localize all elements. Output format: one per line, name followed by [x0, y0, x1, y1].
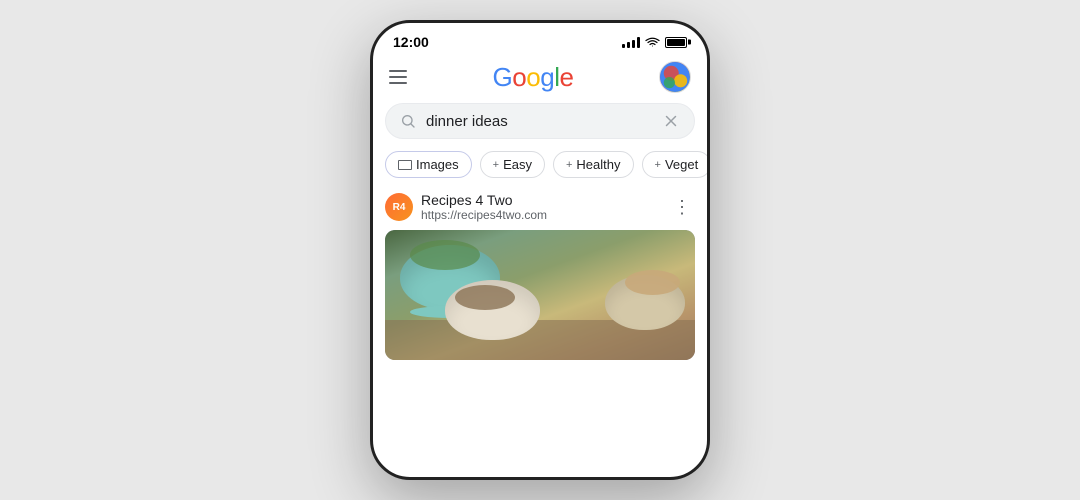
- chip-healthy[interactable]: + Healthy: [553, 151, 634, 178]
- chip-veget[interactable]: + Veget: [642, 151, 708, 178]
- status-bar: 12:00: [373, 23, 707, 55]
- status-icons: [622, 36, 687, 48]
- signal-icon: [622, 36, 640, 48]
- search-bar[interactable]: dinner ideas: [385, 103, 695, 139]
- search-query-text: dinner ideas: [426, 113, 652, 130]
- google-logo: Google: [493, 62, 574, 93]
- result-source: R4 Recipes 4 Two https://recipes4two.com: [385, 192, 547, 222]
- chip-healthy-label: Healthy: [576, 157, 620, 172]
- food-image-background: [385, 230, 695, 360]
- more-options-icon[interactable]: ⋮: [669, 193, 695, 222]
- result-site-url: https://recipes4two.com: [421, 208, 547, 222]
- plus-icon-healthy: +: [566, 159, 572, 171]
- phone-mockup: 12:00: [370, 20, 710, 480]
- result-site-name: Recipes 4 Two: [421, 192, 547, 208]
- clear-search-icon[interactable]: [662, 112, 680, 130]
- plus-icon-easy: +: [493, 159, 499, 171]
- images-chip-icon: [398, 160, 412, 170]
- phone-screen: 12:00: [370, 20, 710, 480]
- chip-veget-label: Veget: [665, 157, 698, 172]
- site-favicon: R4: [385, 193, 413, 221]
- battery-icon: [665, 37, 687, 48]
- hamburger-menu-icon[interactable]: [389, 70, 407, 84]
- wifi-icon: [645, 36, 660, 48]
- avatar[interactable]: [659, 61, 691, 93]
- garnish-2: [455, 285, 515, 310]
- result-header: R4 Recipes 4 Two https://recipes4two.com…: [385, 192, 695, 222]
- chip-images[interactable]: Images: [385, 151, 472, 178]
- google-header: Google: [373, 55, 707, 103]
- chip-easy-label: Easy: [503, 157, 532, 172]
- search-icon: [400, 113, 416, 129]
- garnish-3: [625, 270, 680, 295]
- result-image[interactable]: [385, 230, 695, 360]
- plus-icon-veget: +: [655, 159, 661, 171]
- avatar-image: [660, 61, 690, 93]
- garnish-1: [410, 240, 480, 270]
- status-time: 12:00: [393, 34, 429, 50]
- chip-images-label: Images: [416, 157, 459, 172]
- result-section: R4 Recipes 4 Two https://recipes4two.com…: [373, 188, 707, 360]
- result-site-info: Recipes 4 Two https://recipes4two.com: [421, 192, 547, 222]
- filter-chips: Images + Easy + Healthy + Veget: [373, 139, 707, 188]
- chip-easy[interactable]: + Easy: [480, 151, 545, 178]
